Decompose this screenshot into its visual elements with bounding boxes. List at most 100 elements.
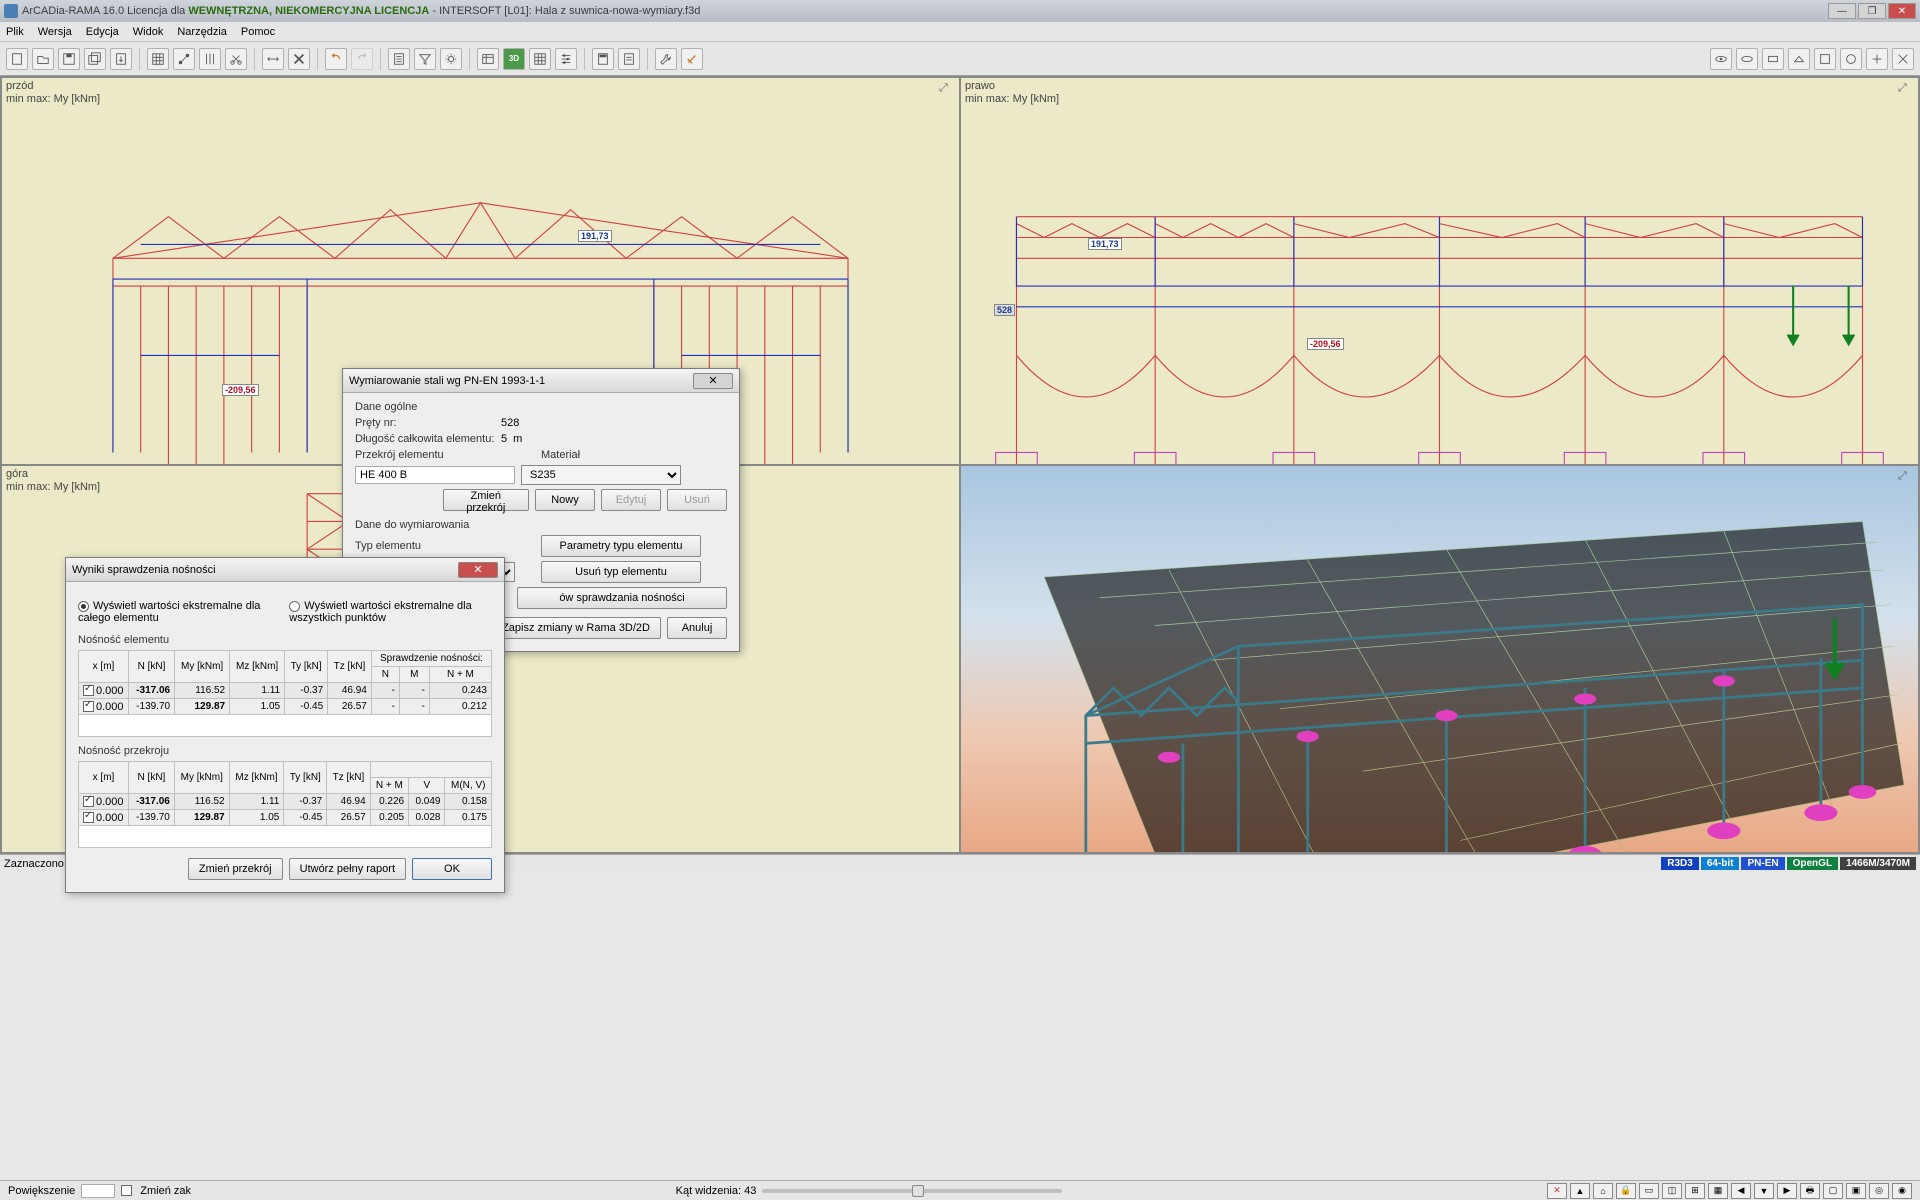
change-section-button[interactable]: Zmień przekrój (188, 858, 283, 880)
menubar: Plik Wersja Edycja Widok Narzędzia Pomoc (0, 22, 1920, 42)
redo-icon[interactable] (351, 48, 373, 70)
viewport-right[interactable]: prawomin max: My [kNm] ⤢ (960, 77, 1919, 465)
cancel-button[interactable]: Anuluj (667, 617, 727, 639)
minimize-button[interactable]: — (1828, 3, 1856, 19)
grid-icon[interactable] (147, 48, 169, 70)
measure-icon[interactable] (262, 48, 284, 70)
badge-64bit: 64-bit (1701, 857, 1740, 870)
angle-label: Kąt widzenia: 43 (676, 1185, 757, 1197)
gear-icon[interactable] (440, 48, 462, 70)
element-capacity-table: x [m]N [kN] My [kNm]Mz [kNm] Ty [kN]Tz [… (78, 650, 492, 737)
mode3-icon[interactable]: ◎ (1869, 1183, 1889, 1199)
nav-cancel-icon[interactable]: ✕ (1547, 1183, 1567, 1199)
angle-slider[interactable] (762, 1189, 1062, 1193)
new-icon[interactable] (6, 48, 28, 70)
menu-file[interactable]: Plik (6, 26, 24, 38)
nav-up-icon[interactable]: ▲ (1570, 1183, 1590, 1199)
view7-icon[interactable] (1866, 48, 1888, 70)
matrix-icon[interactable] (529, 48, 551, 70)
section-header: Dane do wymiarowania (355, 519, 727, 531)
view4-icon[interactable] (1788, 48, 1810, 70)
view5-icon[interactable] (1814, 48, 1836, 70)
material-select[interactable]: S235 (521, 465, 681, 485)
save-button[interactable]: Zapisz zmiany w Rama 3D/2D (491, 617, 661, 639)
deltype-button[interactable]: Usuń typ elementu (541, 561, 701, 583)
type-label: Typ elementu (355, 540, 535, 552)
undo-icon[interactable] (325, 48, 347, 70)
zoom-input[interactable] (81, 1184, 115, 1198)
maximize-button[interactable]: ❐ (1858, 3, 1886, 19)
tools-icon[interactable] (681, 48, 703, 70)
change-section-button[interactable]: Zmień przekrój (443, 489, 529, 511)
delete-icon[interactable] (288, 48, 310, 70)
bars-icon[interactable] (199, 48, 221, 70)
menu-tools[interactable]: Narzędzia (177, 26, 227, 38)
layout3-icon[interactable]: ⊞ (1685, 1183, 1705, 1199)
rod-value: 528 (501, 417, 519, 429)
open-icon[interactable] (32, 48, 54, 70)
value-label-pos: 191,73 (578, 230, 612, 242)
view1-icon[interactable] (1710, 48, 1732, 70)
calc2-icon[interactable] (592, 48, 614, 70)
table-row[interactable]: 0.000 -317.06116.521.11 -0.3746.94 0.226… (79, 794, 492, 810)
nav-left-icon[interactable]: ◀ (1731, 1183, 1751, 1199)
menu-version[interactable]: Wersja (38, 26, 72, 38)
ok-button[interactable]: OK (412, 858, 492, 880)
section-capacity-table: x [m]N [kN] My [kNm]Mz [kNm] Ty [kN]Tz [… (78, 761, 492, 848)
calc1-icon[interactable] (388, 48, 410, 70)
viewport-3d[interactable]: ⤢ (960, 465, 1919, 853)
3d-icon[interactable]: 3D (503, 48, 525, 70)
nav-right-icon[interactable]: ▶ (1777, 1183, 1797, 1199)
export-icon[interactable] (110, 48, 132, 70)
params-button[interactable]: Parametry typu elementu (541, 535, 701, 557)
checkpoints-button[interactable]: ów sprawdzania nośności (517, 587, 727, 609)
mode1-icon[interactable]: ▢ (1823, 1183, 1843, 1199)
table-row[interactable]: 0.000 -139.70129.871.05 -0.4526.57 0.205… (79, 810, 492, 826)
toolbar: 3D (0, 42, 1920, 76)
zoom-checkbox[interactable] (121, 1185, 132, 1196)
saveall-icon[interactable] (84, 48, 106, 70)
nav-print-icon[interactable]: 🖶 (1800, 1183, 1820, 1199)
menu-view[interactable]: Widok (133, 26, 164, 38)
nav-home-icon[interactable]: ⌂ (1593, 1183, 1613, 1199)
full-report-button[interactable]: Utwórz pełny raport (289, 858, 406, 880)
table-row[interactable]: 0.000 -317.06116.521.11 -0.3746.94 --0.2… (79, 683, 492, 699)
view2-icon[interactable] (1736, 48, 1758, 70)
menu-edit[interactable]: Edycja (86, 26, 119, 38)
filter-icon[interactable] (414, 48, 436, 70)
badge-memory: 1466M/3470M (1840, 857, 1916, 870)
dialog-title: Wymiarowanie stali wg PN-EN 1993-1-1 (349, 375, 545, 387)
section-input[interactable] (355, 466, 515, 484)
menu-help[interactable]: Pomoc (241, 26, 275, 38)
save-icon[interactable] (58, 48, 80, 70)
wrench-icon[interactable] (655, 48, 677, 70)
view8-icon[interactable] (1892, 48, 1914, 70)
view6-icon[interactable] (1840, 48, 1862, 70)
layout1-icon[interactable]: ▭ (1639, 1183, 1659, 1199)
table-icon[interactable] (477, 48, 499, 70)
dialog-close-button[interactable]: ✕ (693, 373, 733, 389)
section-header: Dane ogólne (355, 401, 727, 413)
radio-whole-element[interactable]: Wyświetl wartości ekstremalne dla całego… (78, 600, 269, 624)
layout2-icon[interactable]: ◫ (1662, 1183, 1682, 1199)
cut-icon[interactable] (225, 48, 247, 70)
report-icon[interactable] (618, 48, 640, 70)
layout4-icon[interactable]: ▦ (1708, 1183, 1728, 1199)
nav-down-icon[interactable]: ▼ (1754, 1183, 1774, 1199)
new-button[interactable]: Nowy (535, 489, 595, 511)
close-button[interactable]: ✕ (1888, 3, 1916, 19)
table-row[interactable]: 0.000 -139.70129.871.05 -0.4526.57 --0.2… (79, 699, 492, 715)
dialog-close-button[interactable]: ✕ (458, 562, 498, 578)
badge-opengl: OpenGL (1787, 857, 1838, 870)
radio-all-points[interactable]: Wyświetl wartości ekstremalne dla wszyst… (289, 600, 492, 624)
mode2-icon[interactable]: ▣ (1846, 1183, 1866, 1199)
adjust-icon[interactable] (555, 48, 577, 70)
mode4-icon[interactable]: ◉ (1892, 1183, 1912, 1199)
value-label-neg: -209,56 (222, 384, 259, 396)
node-icon[interactable] (173, 48, 195, 70)
view3-icon[interactable] (1762, 48, 1784, 70)
value-label-neg: -209,56 (1307, 338, 1344, 350)
nav-lock-icon[interactable]: 🔒 (1616, 1183, 1636, 1199)
delete-button: Usuń (667, 489, 727, 511)
material-label: Materiał (541, 449, 580, 461)
